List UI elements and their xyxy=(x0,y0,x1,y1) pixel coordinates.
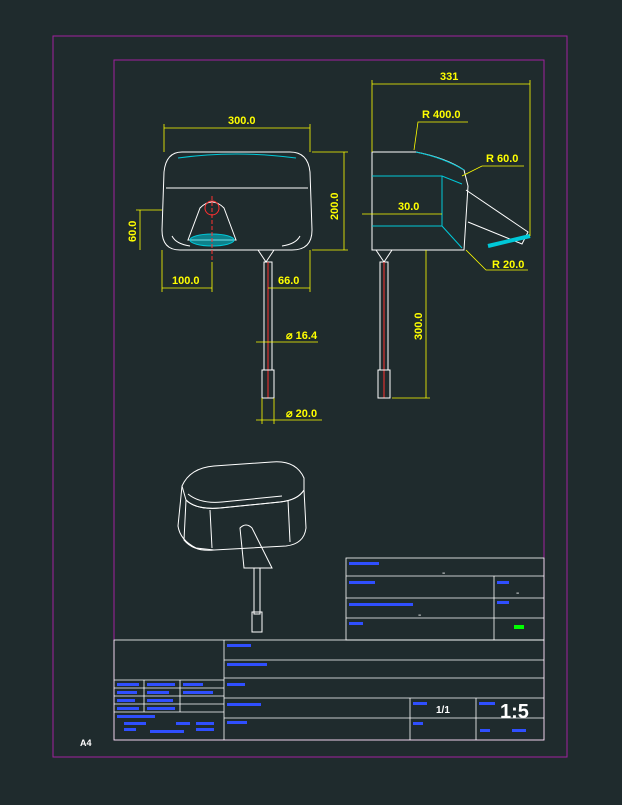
dim-foot-diameter: ⌀ 20.0 xyxy=(286,408,317,420)
dim-side-r-top: R 400.0 xyxy=(422,109,461,121)
dim-front-bottom-right: 66.0 xyxy=(278,275,299,287)
title-block-dash-3: - xyxy=(418,610,421,621)
drawing-sheet: A4 300.0 200.0 60.0 100.0 66.0 ⌀ 16.4 ⌀ … xyxy=(0,0,622,800)
dim-side-inner: 30.0 xyxy=(398,201,419,213)
iso-body-front xyxy=(183,488,307,551)
iso-body-left xyxy=(177,485,215,551)
dim-side-stem-length: 300.0 xyxy=(413,312,425,340)
side-view xyxy=(371,151,531,399)
dim-front-bottom-left: 100.0 xyxy=(172,275,200,287)
title-block-dash-2: - xyxy=(516,588,519,599)
title-block-blue-labels xyxy=(117,562,526,733)
title-block-dash-1: - xyxy=(442,568,445,579)
dim-front-height: 200.0 xyxy=(329,192,341,220)
title-block xyxy=(113,557,545,741)
inner-frame xyxy=(113,59,545,741)
dim-side-r-mid: R 60.0 xyxy=(486,153,518,165)
dim-stem-diameter: ⌀ 16.4 xyxy=(286,330,318,342)
iso-nozzle xyxy=(239,524,273,569)
dim-side-r-low: R 20.0 xyxy=(492,259,524,271)
side-body-outline xyxy=(371,151,469,251)
front-top-edge xyxy=(177,153,297,159)
status-mark xyxy=(514,625,524,629)
drawing-scale: 1:5 xyxy=(500,701,529,723)
isometric-view xyxy=(177,461,307,633)
side-front-arc xyxy=(415,151,465,171)
side-spout xyxy=(465,189,529,245)
cad-drawing: A4 300.0 200.0 60.0 100.0 66.0 ⌀ 16.4 ⌀ … xyxy=(52,35,568,758)
dim-side-overall: 331 xyxy=(440,71,458,83)
front-dimensions xyxy=(136,124,348,424)
front-body-outline xyxy=(161,151,313,251)
front-stem-neck xyxy=(257,249,275,263)
iso-stem-foot xyxy=(251,611,263,633)
sheet-size-label: A4 xyxy=(80,738,92,748)
side-dimensions xyxy=(362,80,531,399)
dim-front-width: 300.0 xyxy=(228,115,256,127)
sheet-fraction: 1/1 xyxy=(436,705,450,716)
dim-front-left-height: 60.0 xyxy=(127,221,139,242)
side-stem-neck xyxy=(375,249,393,263)
iso-stem xyxy=(253,567,261,615)
